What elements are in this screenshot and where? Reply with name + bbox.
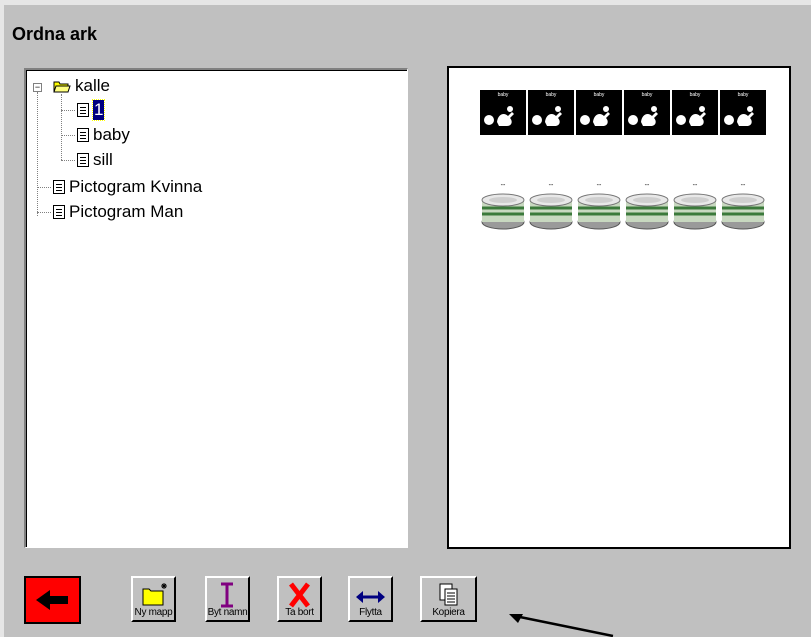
left-arrow-icon [36,590,68,610]
picture-label: -- [692,182,698,189]
double-arrow-icon [356,591,385,603]
pictogram-label: baby [593,92,605,98]
baby-pictogram-row: baby baby baby baby baby baby [480,90,768,135]
document-icon [53,205,65,219]
button-label: Byt namn [207,607,248,618]
tree-item[interactable]: Pictogram Kvinna [53,175,202,199]
picture-label: -- [740,182,746,189]
baby-pictogram: baby [480,90,528,135]
sill-picture: -- [624,182,670,232]
window-frame-top [0,0,811,5]
sill-picture: -- [672,182,718,232]
sill-picture-row: -- -- -- -- -- -- [480,182,768,232]
tree-line [61,135,75,136]
rename-button[interactable]: Byt namn [205,576,250,622]
tree-line [61,160,75,161]
tree-item-label: Pictogram Man [69,202,184,221]
button-label: Ta bort [285,607,314,618]
herring-tin-icon [721,193,765,230]
document-icon [77,103,89,117]
herring-tin-icon [577,193,621,230]
baby-pictogram: baby [672,90,720,135]
herring-tin-icon [673,193,717,230]
herring-tin-icon [481,193,525,230]
pictogram-label: baby [641,92,653,98]
tree-item[interactable]: Pictogram Man [53,200,183,224]
herring-tin-icon [529,193,573,230]
sill-picture: -- [720,182,766,232]
window-frame-left [0,0,4,637]
tree-line [61,110,75,111]
herring-tin-icon [625,193,669,230]
copy-icon [439,583,458,606]
sheet-preview: baby baby baby baby baby baby -- -- -- -- -- -- [447,66,791,549]
tree-item-label: kalle [75,76,110,95]
button-label: Ny mapp [134,607,173,618]
open-folder-icon [53,81,71,92]
page-title: Ordna ark [12,24,98,44]
sill-picture: -- [576,182,622,232]
document-icon [53,180,65,194]
picture-label: -- [500,182,506,189]
collapse-toggle[interactable]: − [33,83,42,92]
baby-pictogram: baby [576,90,624,135]
tree-item-label: baby [93,125,130,144]
tree-line [61,94,62,160]
tree-item-label: 1 [91,99,106,121]
tree-line [37,212,51,213]
picture-label: -- [548,182,554,189]
picture-label: -- [596,182,602,189]
baby-pictogram: baby [528,90,576,135]
tree-item[interactable]: baby [77,123,130,147]
button-label: Flytta [359,607,382,618]
new-folder-button[interactable]: Ny mapp [131,576,176,622]
pictogram-label: baby [689,92,701,98]
move-button[interactable]: Flytta [348,576,393,622]
pictogram-label: baby [497,92,509,98]
delete-button[interactable]: Ta bort [277,576,322,622]
sill-picture: -- [528,182,574,232]
new-folder-icon [142,583,167,606]
tree-item-label: Pictogram Kvinna [69,177,203,196]
tree-line [37,187,51,188]
pictogram-label: baby [545,92,557,98]
sill-picture: -- [480,182,526,232]
back-button[interactable] [24,576,81,624]
document-icon [77,128,89,142]
baby-pictogram: baby [720,90,768,135]
tree-folder-kalle[interactable]: kalle [53,74,110,98]
x-icon [289,582,310,608]
text-cursor-icon [221,582,233,608]
tree-item[interactable]: sill [77,148,113,172]
pointer-arrow-icon [509,614,614,637]
picture-label: -- [644,182,650,189]
tree-view[interactable]: − kalle 1 baby sill Pictogram Kvinna Pic… [24,68,408,548]
baby-pictogram: baby [624,90,672,135]
tree-item[interactable]: 1 [77,98,106,122]
pictogram-label: baby [737,92,749,98]
tree-item-label: sill [93,150,113,169]
button-label: Kopiera [432,607,465,618]
tree-line [37,92,38,216]
copy-button[interactable]: Kopiera [420,576,477,622]
document-icon [77,153,89,167]
